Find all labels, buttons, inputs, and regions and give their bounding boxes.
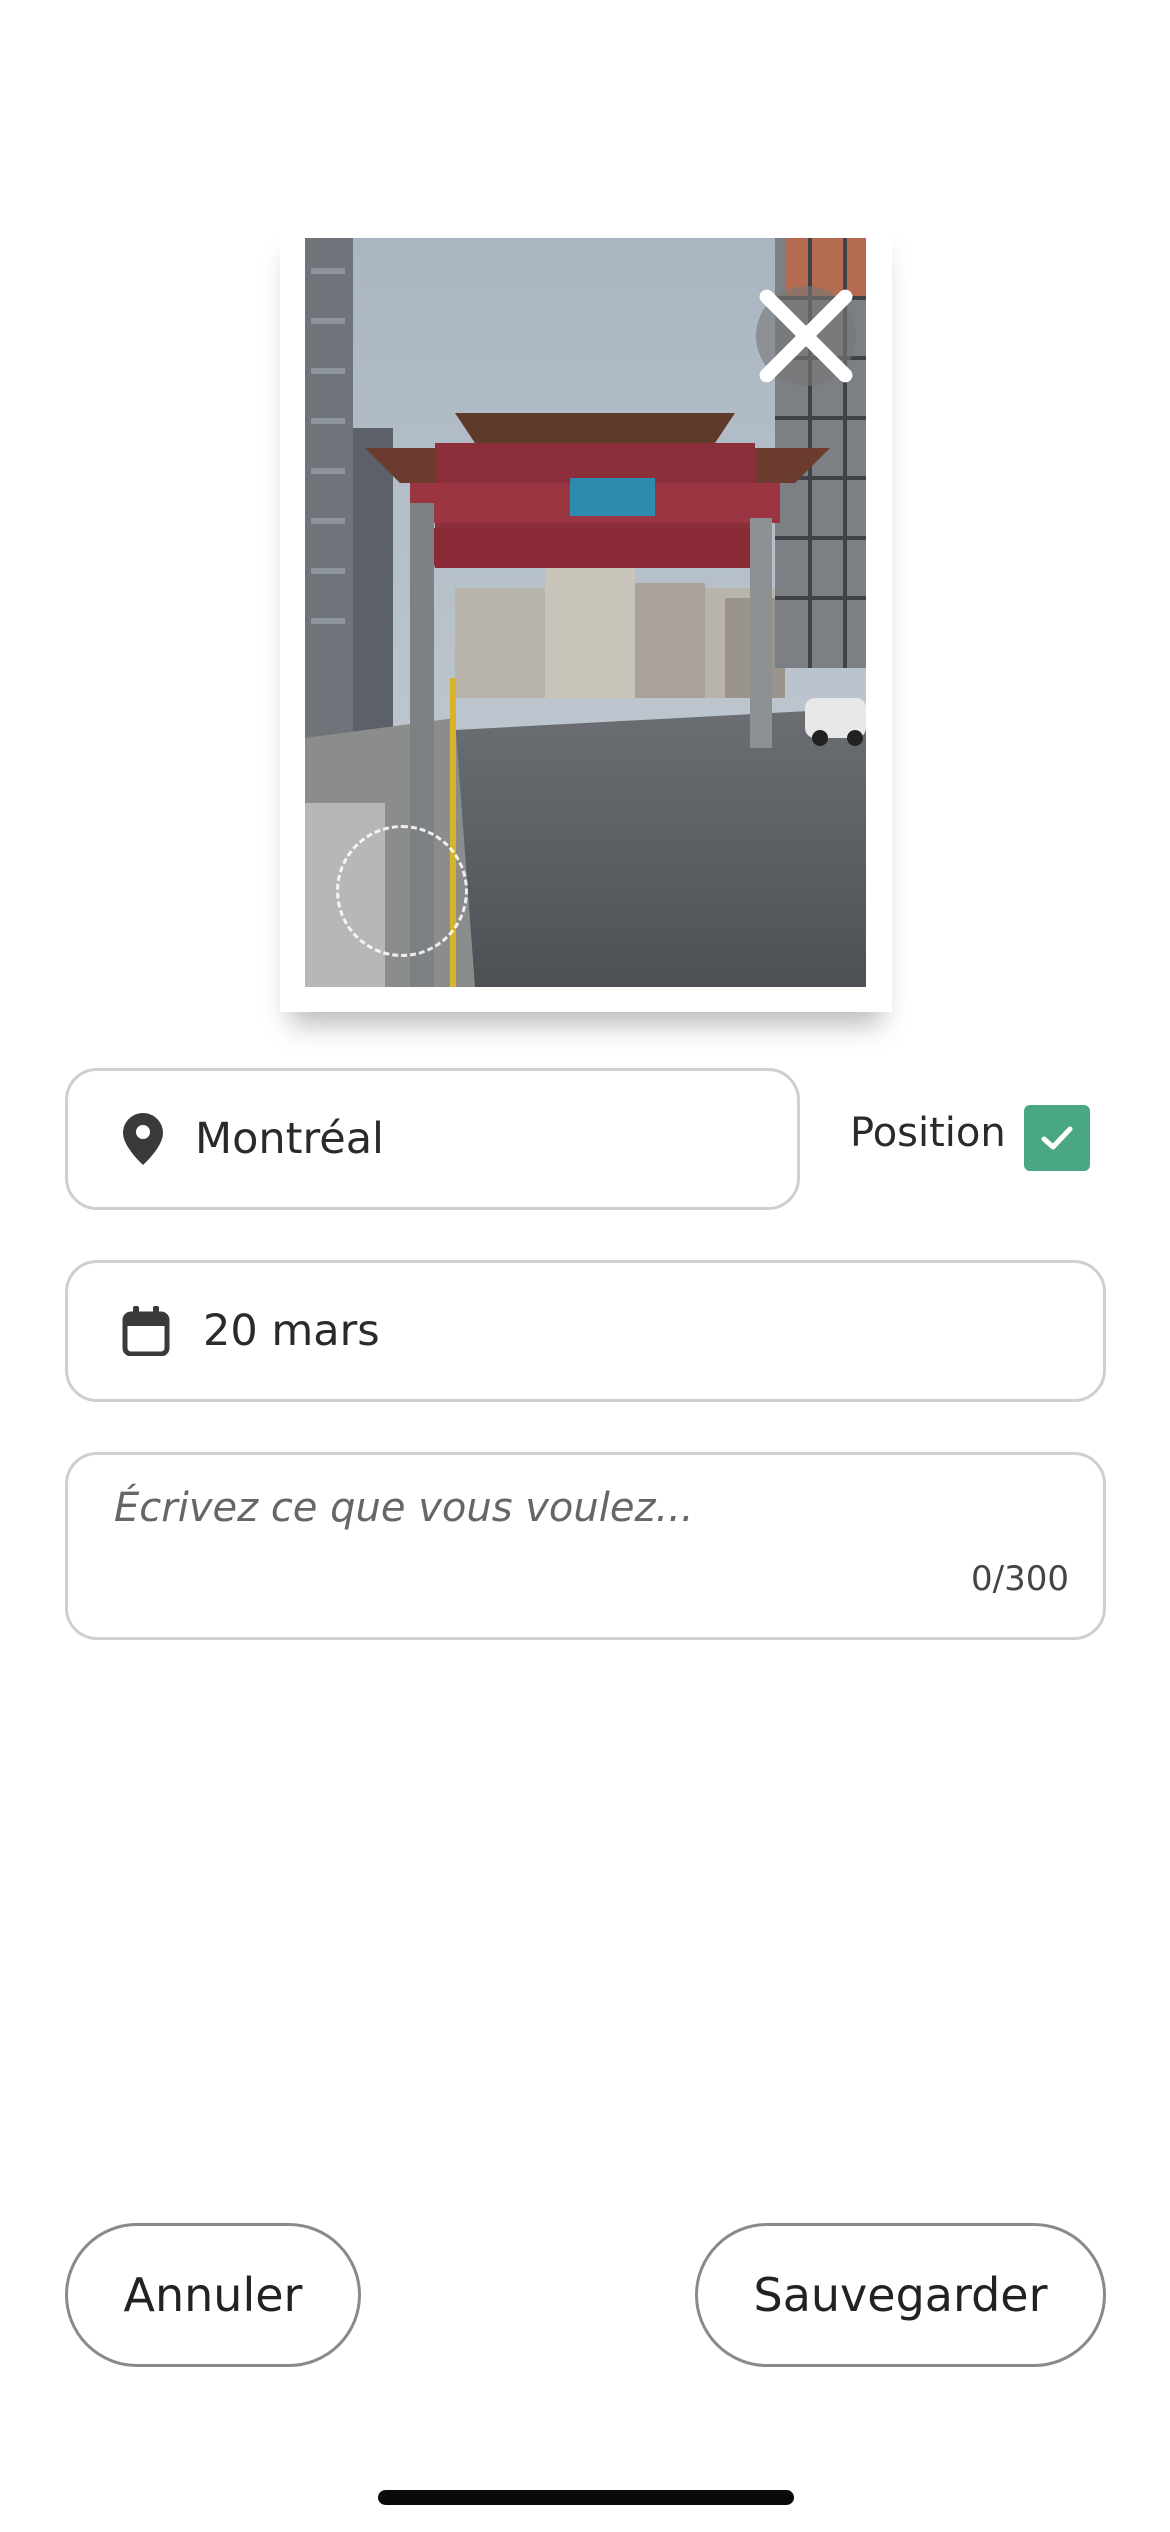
checkmark-icon <box>1041 1126 1073 1150</box>
cancel-button[interactable]: Annuler <box>65 2223 361 2367</box>
note-placeholder: Écrivez ce que vous voulez... <box>114 1485 694 1531</box>
close-icon <box>759 289 853 383</box>
remove-photo-button[interactable] <box>756 286 856 386</box>
note-textarea[interactable]: Écrivez ce que vous voulez... 0/300 <box>65 1452 1106 1640</box>
date-field[interactable]: 20 mars <box>65 1260 1106 1402</box>
calendar-icon <box>122 1306 170 1356</box>
home-indicator <box>378 2490 794 2505</box>
character-counter: 0/300 <box>971 1559 1069 1599</box>
location-pin-icon <box>123 1113 163 1165</box>
sticker-marker[interactable] <box>336 825 468 957</box>
location-field[interactable]: Montréal <box>65 1068 800 1210</box>
position-label: Position <box>850 1110 1006 1156</box>
save-button[interactable]: Sauvegarder <box>695 2223 1106 2367</box>
date-value: 20 mars <box>203 1306 380 1356</box>
position-checkbox[interactable] <box>1024 1105 1090 1171</box>
attached-photo[interactable] <box>305 238 866 987</box>
photo-card <box>280 222 892 1012</box>
location-value: Montréal <box>195 1114 385 1164</box>
